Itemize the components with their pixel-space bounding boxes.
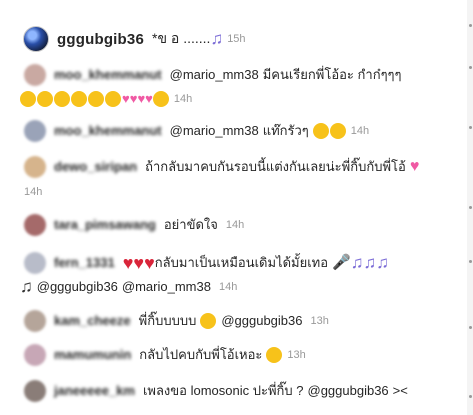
- comment: moo_khemmanut @mario_mm38 มีคนเรียกพี่โอ…: [20, 64, 406, 109]
- avatar[interactable]: [24, 156, 46, 178]
- comment: dewo_siripan ถ้ากลับมาคบกันรอบนี้แต่งกัน…: [24, 156, 419, 202]
- pink-heart-icon: ♥: [145, 91, 153, 106]
- pink-heart-icon: ♥: [129, 91, 138, 106]
- avatar[interactable]: [24, 120, 46, 142]
- comment-text: เพลงขอ lomosonic ปะพี่กิ๊บ ?: [142, 383, 304, 398]
- scroll-dot: [469, 24, 472, 27]
- comment-text: กลับไปคบกับพี่โอ้เหอะ: [139, 347, 263, 362]
- comment-time[interactable]: 14h: [24, 182, 42, 202]
- grinning-squint-face-icon: [88, 91, 104, 107]
- loudly-crying-face-icon: [266, 347, 283, 363]
- tears-of-joy-icon: [329, 123, 346, 139]
- comment-time[interactable]: 13h: [310, 311, 328, 331]
- mention-link[interactable]: @gggubgib36: [37, 277, 118, 297]
- comment: moo_khemmanut @mario_mm38 แท๊กรัวๆ 14h: [24, 120, 369, 142]
- scroll-dot: [469, 395, 472, 398]
- comment: janeeeee_km เพลงขอ lomosonic ปะพี่กิ๊บ ?…: [24, 380, 412, 402]
- comment-username[interactable]: moo_khemmanut: [54, 121, 162, 141]
- musical-notes-icon: ♫: [350, 253, 364, 272]
- comment-text: อย่าขัดใจ: [163, 217, 218, 232]
- comment-username[interactable]: mamumunin: [54, 345, 131, 365]
- post-time[interactable]: 15h: [227, 33, 245, 45]
- grinning-squint-face-icon: [105, 91, 121, 107]
- comment-username[interactable]: janeeeee_km: [54, 381, 135, 401]
- post-username[interactable]: gggubgib36: [57, 31, 144, 48]
- avatar[interactable]: [24, 344, 46, 366]
- flushed-face-icon: [37, 91, 53, 107]
- mention-link[interactable]: @mario_mm38: [170, 121, 259, 141]
- scrollbar[interactable]: [467, 0, 473, 415]
- musical-notes-icon: ♫: [210, 29, 224, 48]
- comment-username[interactable]: fern_1331: [54, 253, 115, 273]
- comment-time[interactable]: 13h: [287, 345, 305, 365]
- mention-link[interactable]: @gggubgib36: [221, 311, 302, 331]
- comment-text: พี่กิ๊บบบบบ: [138, 313, 197, 328]
- comment-time[interactable]: 14h: [174, 89, 192, 109]
- comment-time[interactable]: 14h: [219, 277, 237, 297]
- comment: mamumunin กลับไปคบกับพี่โอ้เหอะ 13h: [24, 344, 306, 366]
- scroll-dot: [469, 260, 472, 263]
- red-heart-icon: ♥: [144, 253, 155, 273]
- comment-time[interactable]: 14h: [226, 215, 244, 235]
- comment-text: มีคนเรียกพี่โอ้อะ กำก๋ๆๆๆ: [262, 67, 402, 82]
- musical-notes-icon: ♫: [376, 253, 389, 272]
- avatar[interactable]: [24, 252, 46, 274]
- pink-sparkle-heart-icon: ♥: [409, 158, 420, 175]
- comment-username[interactable]: tara_pimsawang: [54, 215, 156, 235]
- avatar[interactable]: [24, 214, 46, 236]
- comment: tara_pimsawang อย่าขัดใจ 14h: [24, 214, 244, 236]
- comment-text: แท๊กรัวๆ: [262, 123, 309, 138]
- scroll-dot: [469, 126, 472, 129]
- red-heart-icon: ♥: [133, 253, 145, 273]
- musical-notes-icon: ♫: [20, 277, 33, 296]
- mention-link[interactable]: @mario_mm38: [170, 65, 259, 85]
- microphone-icon: 🎤: [332, 254, 351, 271]
- scroll-dot: [469, 326, 472, 329]
- avatar[interactable]: [24, 380, 46, 402]
- scroll-dot: [469, 66, 472, 69]
- avatar[interactable]: [24, 310, 46, 332]
- post-header: gggubgib36 *ข อ ....... ♫ 15h: [23, 24, 246, 54]
- avatar[interactable]: [23, 26, 49, 52]
- comment-username[interactable]: kam_cheeze: [54, 311, 131, 331]
- scroll-dot: [469, 206, 472, 209]
- loudly-crying-face-icon: [200, 313, 217, 329]
- comment-time[interactable]: 14h: [351, 121, 369, 141]
- musical-notes-icon: ♫: [363, 253, 377, 272]
- comment-trail-text: ><: [392, 383, 408, 398]
- comment: kam_cheeze พี่กิ๊บบบบบ @gggubgib36 13h: [24, 310, 329, 332]
- tears-of-joy-icon: [152, 91, 169, 107]
- grinning-squint-face-icon: [71, 91, 87, 107]
- comment-username[interactable]: moo_khemmanut: [54, 65, 162, 85]
- flushed-face-icon: [54, 91, 70, 107]
- winking-tongue-face-icon: [312, 123, 329, 139]
- pink-heart-icon: ♥: [137, 91, 146, 106]
- pink-heart-icon: ♥: [122, 91, 130, 106]
- comment-text: ถ้ากลับมาคบกันรอบนี้แต่งกันเลยน่ะพี่กิ๊บ…: [145, 159, 406, 174]
- mention-link[interactable]: @gggubgib36: [308, 381, 389, 401]
- avatar[interactable]: [24, 64, 46, 86]
- comment: fern_1331 ♥ ♥ ♥ กลับมาเป็นเหมือนเดิมได้ม…: [20, 252, 389, 297]
- red-heart-icon: ♥: [122, 253, 134, 273]
- post-caption: *ข อ .......: [152, 30, 211, 46]
- flushed-face-icon: [20, 91, 36, 107]
- comment-text: กลับมาเป็นเหมือนเดิมได้มั้ยเทอ: [154, 255, 329, 270]
- comment-username[interactable]: dewo_siripan: [54, 157, 137, 177]
- mention-link[interactable]: @mario_mm38: [122, 277, 211, 297]
